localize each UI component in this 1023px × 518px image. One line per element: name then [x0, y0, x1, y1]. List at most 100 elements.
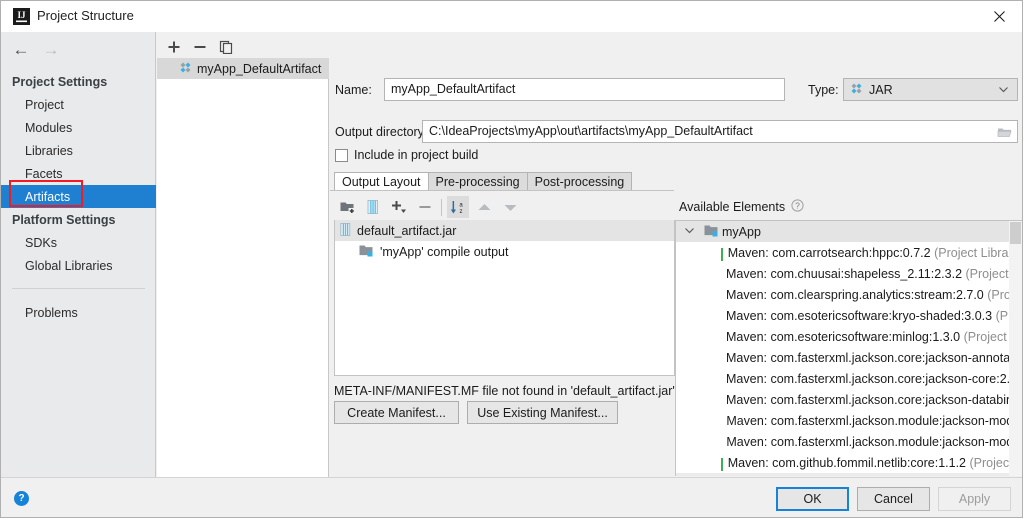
- artifact-name-input[interactable]: myApp_DefaultArtifact: [384, 78, 785, 101]
- tab-underline: [330, 190, 674, 191]
- back-arrow-icon[interactable]: ←: [9, 40, 33, 58]
- new-folder-icon: [340, 202, 354, 214]
- add-artifact-button[interactable]: [163, 36, 185, 58]
- sidebar-group-project-settings: Project Settings: [12, 74, 108, 89]
- help-button[interactable]: ?: [14, 491, 29, 506]
- create-directory-button[interactable]: [336, 196, 358, 218]
- output-tree-row-artifact[interactable]: default_artifact.jar: [335, 220, 674, 241]
- folder-browse-icon[interactable]: [997, 125, 1012, 141]
- remove-artifact-button[interactable]: [189, 36, 211, 58]
- output-directory-label: Output directory:: [335, 125, 428, 139]
- list-item[interactable]: Maven: com.clearspring.analytics:stream:…: [676, 284, 1022, 305]
- list-item[interactable]: Maven: com.fasterxml.jackson.core:jackso…: [676, 389, 1022, 410]
- minus-icon: [419, 206, 431, 208]
- output-tree-row-artifact-label: default_artifact.jar: [357, 223, 457, 238]
- forward-arrow-icon[interactable]: →: [39, 40, 63, 58]
- list-item[interactable]: Maven: com.fasterxml.jackson.core:jackso…: [676, 347, 1022, 368]
- minus-icon: [194, 46, 206, 48]
- copy-icon: [219, 40, 233, 54]
- settings-sidebar: ← → Project Settings Project Modules Lib…: [1, 32, 156, 477]
- module-folder-icon: [704, 224, 719, 240]
- list-item-label: Maven: com.chuusai:shapeless_2.11:2.3.2 …: [726, 266, 1022, 281]
- navigation-arrows: ← →: [1, 32, 156, 65]
- available-elements-root-row[interactable]: myApp: [676, 221, 1022, 242]
- sidebar-item-libraries[interactable]: Libraries: [1, 139, 156, 162]
- tab-post-processing[interactable]: Post-processing: [526, 172, 633, 191]
- list-item[interactable]: Maven: com.carrotsearch:hppc:0.7.2 (Proj…: [676, 242, 1022, 263]
- arrow-down-icon: [504, 204, 516, 211]
- toolbar-separator: [441, 199, 442, 216]
- available-elements-scrollbar[interactable]: [1009, 221, 1022, 476]
- create-manifest-button[interactable]: Create Manifest...: [334, 401, 459, 424]
- cancel-button[interactable]: Cancel: [857, 487, 930, 511]
- dialog-button-bar: ? OK Cancel Apply: [1, 477, 1022, 517]
- sidebar-item-facets[interactable]: Facets: [1, 162, 156, 185]
- artifact-list-item[interactable]: myApp_DefaultArtifact: [157, 58, 329, 79]
- question-mark-icon[interactable]: ?: [791, 199, 804, 215]
- chevron-down-icon[interactable]: [684, 225, 695, 239]
- move-down-button[interactable]: [499, 196, 521, 218]
- output-tree-row-compile-output[interactable]: 'myApp' compile output: [335, 241, 674, 262]
- list-item[interactable]: Maven: com.esotericsoftware:minlog:1.3.0…: [676, 326, 1022, 347]
- sidebar-item-project[interactable]: Project: [1, 93, 156, 116]
- sidebar-item-artifacts[interactable]: Artifacts: [1, 185, 156, 208]
- sort-alphabetically-button[interactable]: a z: [447, 196, 469, 218]
- include-in-project-build-checkbox[interactable]: Include in project build: [335, 148, 478, 162]
- list-item[interactable]: Maven: com.github.fommil.netlib:core:1.1…: [676, 452, 1022, 473]
- list-item-label: Maven: com.github.fommil.netlib:core:1.1…: [727, 455, 1022, 470]
- use-existing-manifest-button[interactable]: Use Existing Manifest...: [467, 401, 618, 424]
- available-elements-list[interactable]: myApp Maven: com.carrotsearch:hppc:0.7.2…: [675, 220, 1022, 476]
- output-layout-tree: default_artifact.jar 'myApp' compile out…: [334, 220, 675, 376]
- artifact-diamond-icon: [179, 61, 192, 77]
- copy-artifact-button[interactable]: [215, 36, 237, 58]
- artifact-type-select[interactable]: JAR: [843, 78, 1018, 101]
- list-item[interactable]: Maven: com.fasterxml.jackson.module:jack…: [676, 431, 1022, 452]
- svg-text:a: a: [459, 202, 463, 208]
- list-item-label: Maven: com.esotericsoftware:kryo-shaded:…: [726, 308, 1022, 323]
- list-item[interactable]: Maven: com.chuusai:shapeless_2.11:2.3.2 …: [676, 263, 1022, 284]
- artifact-diamond-icon: [850, 82, 863, 98]
- sort-az-icon: a z: [450, 200, 463, 215]
- scrollbar-thumb[interactable]: [1010, 222, 1021, 244]
- output-tabs: Output Layout Pre-processing Post-proces…: [334, 171, 633, 191]
- create-archive-button[interactable]: [362, 196, 384, 218]
- available-elements-header: Available Elements ?: [675, 194, 1022, 220]
- list-item[interactable]: Maven: com.github.luben:zstd-jni:1.3.2-2…: [676, 473, 1022, 476]
- compile-output-folder-icon: [359, 244, 374, 260]
- output-directory-input[interactable]: C:\IdeaProjects\myApp\out\artifacts\myAp…: [422, 120, 1018, 143]
- output-layout-toolbar: a z: [334, 194, 675, 220]
- list-item-label: Maven: com.fasterxml.jackson.core:jackso…: [726, 392, 1022, 407]
- list-item[interactable]: Maven: com.fasterxml.jackson.core:jackso…: [676, 368, 1022, 389]
- chevron-down-icon: [998, 84, 1009, 98]
- add-copy-of-button[interactable]: [388, 196, 410, 218]
- ok-button[interactable]: OK: [776, 487, 849, 511]
- library-bars-icon: [721, 458, 723, 471]
- name-label: Name:: [335, 83, 372, 97]
- archive-icon: [367, 200, 378, 214]
- list-item[interactable]: Maven: com.esotericsoftware:kryo-shaded:…: [676, 305, 1022, 326]
- plus-dropdown-icon: [392, 201, 406, 213]
- list-item-label: Maven: com.fasterxml.jackson.module:jack…: [726, 413, 1022, 428]
- svg-text:z: z: [459, 209, 462, 215]
- artifact-type-value: JAR: [869, 82, 893, 97]
- move-up-button[interactable]: [473, 196, 495, 218]
- available-elements-title: Available Elements: [679, 200, 786, 214]
- sidebar-item-modules[interactable]: Modules: [1, 116, 156, 139]
- close-icon: [993, 11, 1005, 22]
- available-elements-root-label: myApp: [722, 224, 761, 239]
- list-item[interactable]: Maven: com.fasterxml.jackson.module:jack…: [676, 410, 1022, 431]
- arrow-up-icon: [478, 203, 490, 210]
- artifact-list-panel: myApp_DefaultArtifact: [157, 32, 329, 477]
- tab-output-layout[interactable]: Output Layout: [334, 172, 429, 191]
- sidebar-item-global-libraries[interactable]: Global Libraries: [1, 254, 156, 277]
- archive-icon: [340, 222, 351, 239]
- artifact-list-item-label: myApp_DefaultArtifact: [197, 61, 322, 76]
- type-label: Type:: [808, 83, 839, 97]
- close-button[interactable]: [976, 1, 1022, 32]
- sidebar-item-problems[interactable]: Problems: [1, 301, 156, 324]
- sidebar-item-sdks[interactable]: SDKs: [1, 231, 156, 254]
- svg-text:IJ: IJ: [17, 10, 26, 20]
- tab-pre-processing[interactable]: Pre-processing: [427, 172, 528, 191]
- project-structure-dialog: IJ Project Structure ← → Project Setting…: [0, 0, 1023, 518]
- remove-element-button[interactable]: [414, 196, 436, 218]
